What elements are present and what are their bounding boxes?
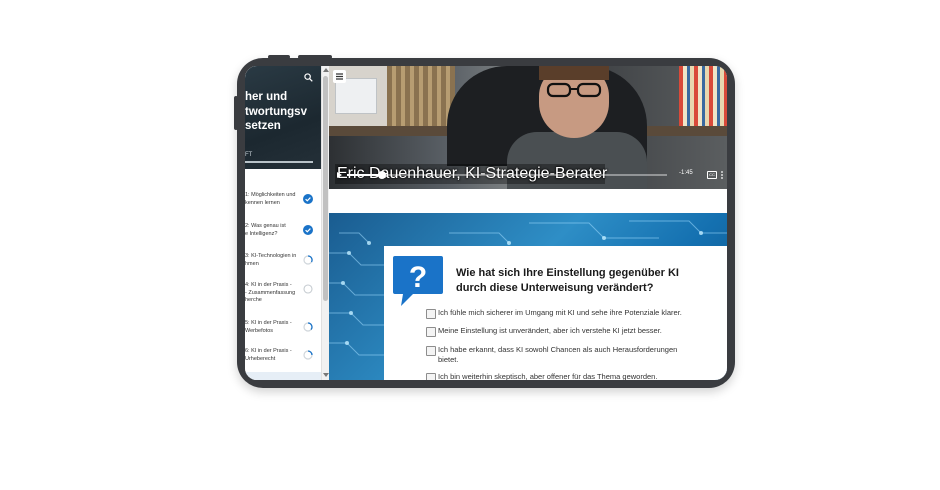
- lesson-item-4[interactable]: 4: KI in der Praxis - - Zusammenfassung …: [245, 280, 321, 306]
- screen: her und twortungsv setzen FT 1: Möglichkei…: [245, 66, 727, 380]
- progress-circle-icon: [303, 350, 313, 360]
- progress-circle-icon: [303, 322, 313, 332]
- question-title: Wie hat sich Ihre Einstellung gegenüber …: [456, 267, 679, 294]
- tablet-side-button: [234, 96, 238, 130]
- course-progress-rule: [245, 161, 313, 163]
- play-icon[interactable]: [337, 172, 342, 178]
- answer-text: Ich habe erkannt, dass KI sowohl Chancen…: [438, 345, 678, 364]
- video-frame-printer: [335, 78, 377, 114]
- course-subtitle: FT: [245, 152, 253, 158]
- search-icon[interactable]: [304, 73, 313, 82]
- answer-checkbox[interactable]: [426, 373, 436, 380]
- lesson-item-5[interactable]: 5: KI in der Praxis - Werbefotos: [245, 318, 321, 344]
- scrollbar-thumb[interactable]: [323, 76, 328, 301]
- course-title-line-2: twortungsv: [245, 105, 307, 118]
- course-title: her und twortungsv setzen: [245, 90, 321, 134]
- time-remaining: -1:45: [679, 170, 693, 176]
- video-frame-speaker-hair: [539, 66, 609, 80]
- progress-circle-icon: [303, 255, 313, 265]
- lesson-label: 4: KI in der Praxis - - Zusammenfassung …: [245, 282, 296, 303]
- video-frame-window: [387, 66, 455, 130]
- lesson-item-2[interactable]: 2: Was genau ist e Intelligenz?: [245, 221, 321, 247]
- check-circle-icon: [303, 194, 313, 204]
- lesson-label: 3: KI-Technologien in hmen: [245, 253, 297, 267]
- sidebar-footer: [245, 372, 321, 380]
- empty-circle-icon: [303, 284, 313, 294]
- lesson-label: 2: Was genau ist e Intelligenz?: [245, 223, 286, 237]
- lesson-item-1[interactable]: 1: Möglichkeiten und kennen lernen: [245, 190, 321, 216]
- check-circle-icon: [303, 225, 313, 235]
- video-progress-handle[interactable]: [378, 171, 387, 179]
- hamburger-icon: [336, 73, 343, 80]
- lesson-item-6[interactable]: 6: KI in der Praxis - Urheberecht: [245, 346, 321, 372]
- video-frame-bookshelf: [679, 66, 727, 130]
- answer-checkbox[interactable]: [426, 346, 436, 356]
- svg-text:?: ?: [409, 261, 427, 294]
- tablet-top-button: [268, 55, 290, 59]
- video-progress-bar[interactable]: [347, 171, 667, 179]
- lesson-label: 6: KI in der Praxis - Urheberecht: [245, 348, 292, 362]
- answer-option[interactable]: Ich habe erkannt, dass KI sowohl Chancen…: [426, 345, 716, 367]
- lesson-label: 1: Möglichkeiten und kennen lernen: [245, 192, 296, 206]
- answer-text: Ich bin weiterhin skeptisch, aber offene…: [438, 372, 658, 380]
- lesson-content: Eric Dauenhauer, KI-Strategie-Berater -1…: [329, 66, 727, 380]
- course-sidebar: her und twortungsv setzen FT 1: Möglichkei…: [245, 66, 321, 380]
- course-title-line-1: her und: [245, 91, 288, 103]
- lesson-item-3[interactable]: 3: KI-Technologien in hmen: [245, 251, 321, 277]
- answer-text: Ich fühle mich sicherer im Umgang mit KI…: [438, 308, 682, 317]
- answer-text: Meine Einstellung ist unverändert, aber …: [438, 326, 662, 335]
- more-options-icon[interactable]: [721, 171, 723, 179]
- video-progress-fill: [347, 174, 383, 176]
- lesson-label: 5: KI in der Praxis - Werbefotos: [245, 320, 292, 334]
- menu-button[interactable]: [333, 70, 346, 83]
- answer-checkbox[interactable]: [426, 309, 436, 319]
- answer-option[interactable]: Meine Einstellung ist unverändert, aber …: [426, 326, 716, 340]
- video-player[interactable]: Eric Dauenhauer, KI-Strategie-Berater -1…: [329, 66, 727, 189]
- video-frame-glasses: [546, 82, 602, 98]
- answer-option[interactable]: Ich fühle mich sicherer im Umgang mit KI…: [426, 308, 716, 322]
- question-mark-icon: ?: [393, 256, 443, 306]
- course-header: her und twortungsv setzen FT: [245, 66, 321, 169]
- answer-checkbox[interactable]: [426, 327, 436, 337]
- captions-icon[interactable]: CC: [707, 171, 717, 179]
- video-controls: -1:45 CC: [329, 168, 727, 182]
- tablet-top-button-2: [298, 55, 332, 59]
- course-title-line-3: setzen: [245, 120, 281, 132]
- answer-option[interactable]: Ich bin weiterhin skeptisch, aber offene…: [426, 372, 716, 380]
